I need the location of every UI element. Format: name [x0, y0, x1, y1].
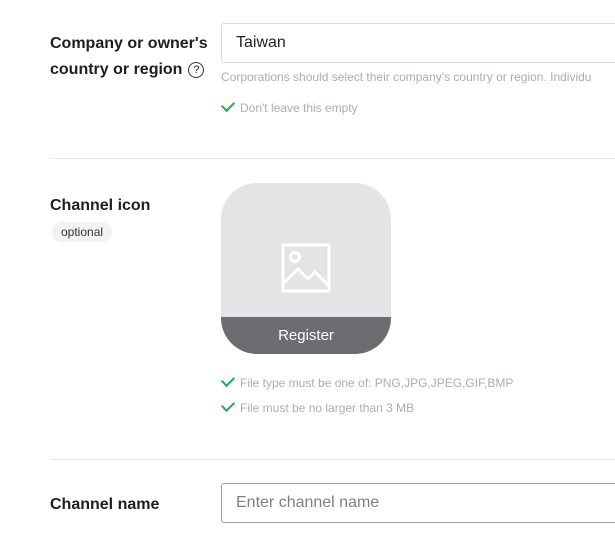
country-label: Company or owner's country or region? — [50, 31, 210, 83]
check-icon — [220, 397, 236, 413]
section-divider — [50, 158, 615, 159]
country-hint: Corporations should select their company… — [221, 70, 592, 84]
file-size-rule-text: File must be no larger than 3 MB — [240, 401, 415, 415]
file-size-rule: File must be no larger than 3 MB — [220, 397, 415, 416]
channel-icon-uploader[interactable]: Register — [221, 183, 391, 354]
channel-name-input[interactable] — [221, 483, 615, 523]
country-validation-text: Don't leave this empty — [240, 101, 358, 115]
file-type-rule: File type must be one of: PNG,JPG,JPEG,G… — [220, 372, 514, 391]
channel-icon-label: Channel icon — [50, 197, 151, 214]
channel-name-label: Channel name — [50, 496, 160, 513]
help-question-icon[interactable]: ? — [188, 62, 205, 78]
check-icon — [220, 372, 236, 388]
country-value: Taiwan — [236, 34, 286, 51]
country-label-text: Company or owner's country or region — [50, 35, 208, 78]
file-type-rule-text: File type must be one of: PNG,JPG,JPEG,G… — [240, 376, 514, 390]
check-icon — [220, 97, 236, 113]
country-select[interactable]: Taiwan — [221, 23, 615, 63]
optional-badge: optional — [52, 222, 113, 242]
register-button[interactable]: Register — [221, 317, 391, 354]
section-divider — [50, 459, 615, 460]
country-validation: Don't leave this empty — [220, 97, 358, 116]
image-icon — [281, 243, 331, 293]
channel-form: Company or owner's country or region? Ta… — [0, 0, 615, 538]
